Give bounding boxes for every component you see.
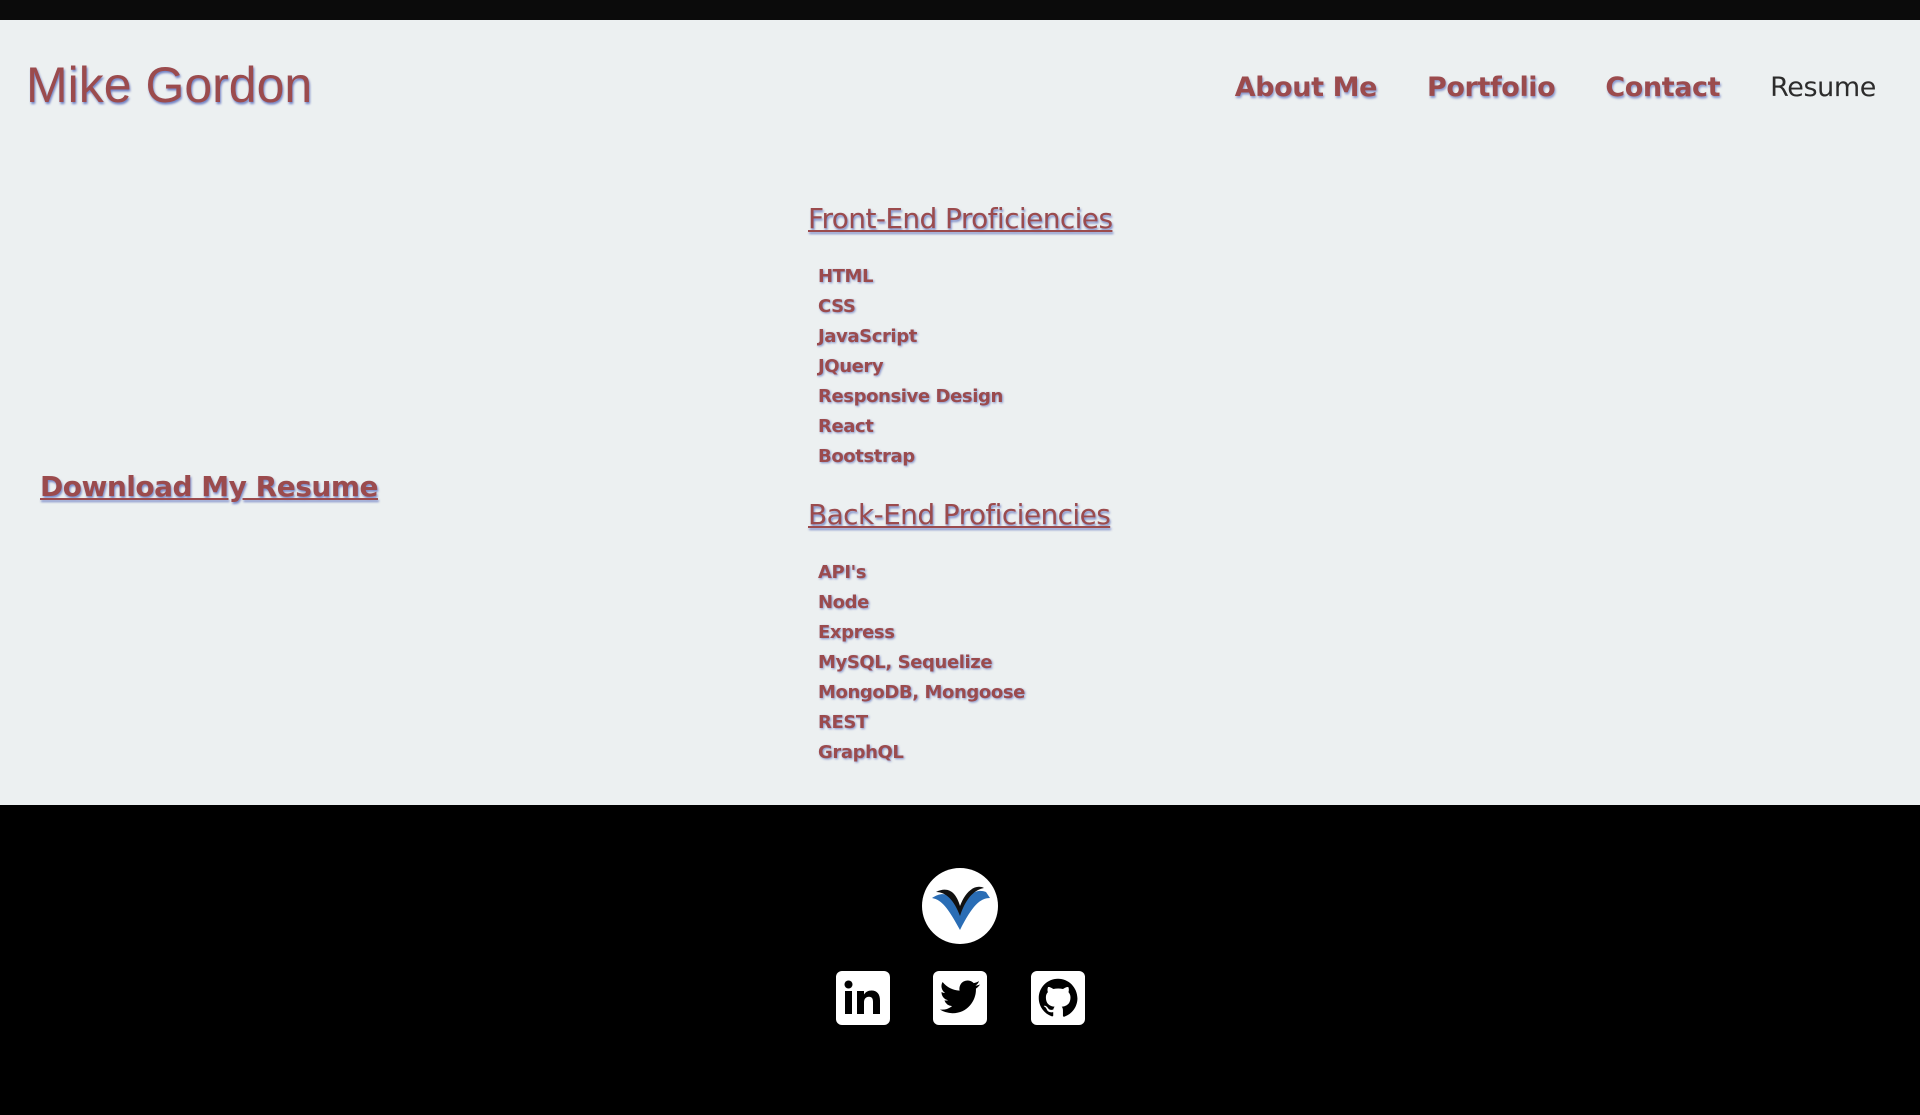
list-item: API's (818, 562, 867, 583)
list-item: HTML (818, 266, 874, 287)
github-icon[interactable] (1031, 971, 1085, 1025)
site-brand[interactable]: Mike Gordon (26, 56, 312, 114)
list-item: MongoDB, Mongoose (818, 682, 1025, 703)
list-item: Express (818, 622, 895, 643)
front-end-heading: Front-End Proficiencies (808, 202, 1113, 235)
site-footer (0, 805, 1920, 1115)
proficiencies-section: Front-End Proficiencies HTML CSS JavaScr… (808, 198, 1208, 790)
top-bar (0, 0, 1920, 20)
download-resume-link[interactable]: Download My Resume (40, 470, 378, 503)
list-item: GraphQL (818, 742, 904, 763)
nav-link-portfolio[interactable]: Portfolio (1427, 72, 1556, 103)
vimeo-v-logo-icon[interactable] (922, 868, 998, 944)
nav-link-contact[interactable]: Contact (1605, 72, 1720, 103)
main-nav: About Me Portfolio Contact Resume (1235, 72, 1877, 103)
list-item: React (818, 416, 874, 437)
back-end-heading: Back-End Proficiencies (808, 498, 1111, 531)
nav-link-about-me[interactable]: About Me (1235, 72, 1378, 103)
list-item: Node (818, 592, 869, 613)
back-end-list: API's Node Express MySQL, Sequelize Mong… (808, 558, 1208, 768)
nav-link-resume[interactable]: Resume (1770, 72, 1876, 103)
site-header: Mike Gordon About Me Portfolio Contact R… (0, 20, 1920, 150)
list-item: REST (818, 712, 868, 733)
list-item: JQuery (818, 356, 884, 377)
list-item: JavaScript (818, 326, 917, 347)
list-item: MySQL, Sequelize (818, 652, 993, 673)
list-item: Responsive Design (818, 386, 1003, 407)
list-item: CSS (818, 296, 856, 317)
linkedin-icon[interactable] (836, 971, 890, 1025)
front-end-list: HTML CSS JavaScript JQuery Responsive De… (808, 262, 1208, 472)
twitter-icon[interactable] (933, 971, 987, 1025)
list-item: Bootstrap (818, 446, 915, 467)
